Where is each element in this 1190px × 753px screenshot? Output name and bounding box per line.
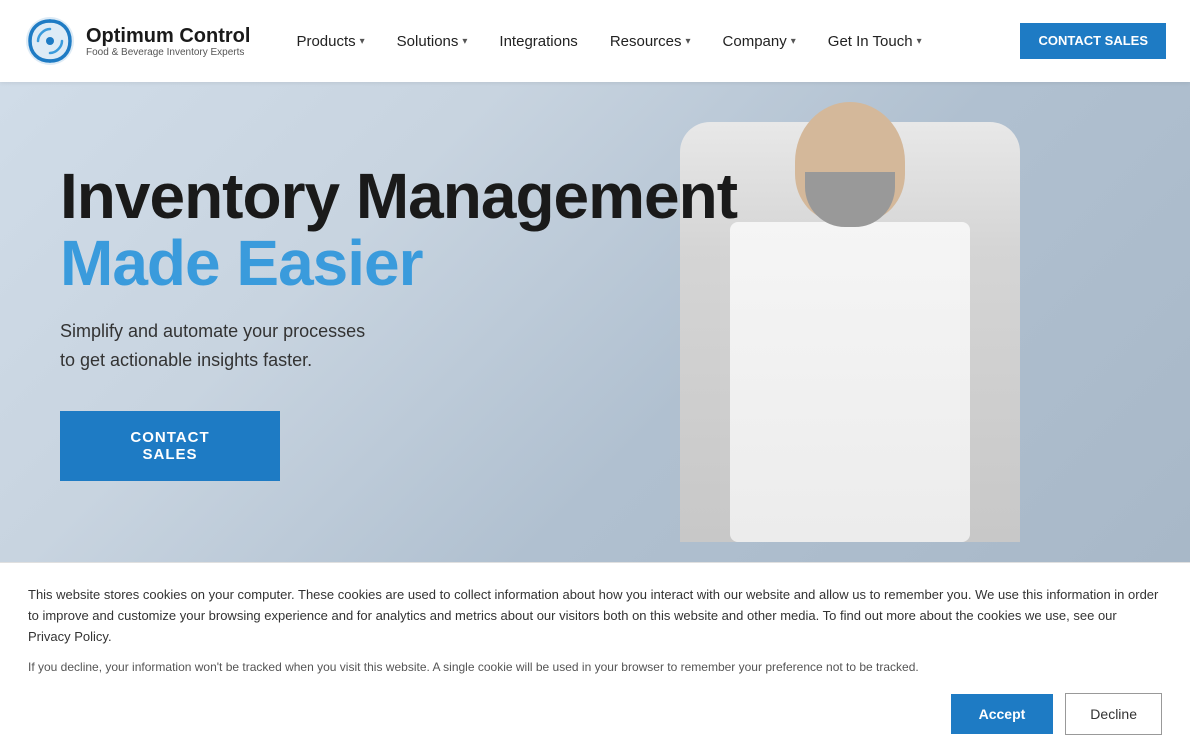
chevron-down-icon: ▾ bbox=[791, 36, 796, 47]
cookie-buttons: Accept Decline bbox=[28, 693, 1162, 735]
navbar: Optimum Control Food & Beverage Inventor… bbox=[0, 0, 1190, 82]
cookie-secondary-text: If you decline, your information won't b… bbox=[28, 658, 1162, 677]
nav-contact-sales-button[interactable]: CONTACT SALES bbox=[1020, 23, 1166, 60]
hero-section: Inventory Management Made Easier Simplif… bbox=[0, 82, 1190, 562]
cookie-decline-button[interactable]: Decline bbox=[1065, 693, 1162, 735]
hero-title-line2: Made Easier bbox=[60, 230, 1130, 297]
chevron-down-icon: ▾ bbox=[360, 36, 365, 47]
logo-text: Optimum Control Food & Beverage Inventor… bbox=[86, 25, 250, 58]
cookie-accept-button[interactable]: Accept bbox=[951, 694, 1054, 734]
hero-content: Inventory Management Made Easier Simplif… bbox=[0, 82, 1190, 562]
nav-integrations[interactable]: Integrations bbox=[485, 25, 591, 58]
nav-links: Products ▾ Solutions ▾ Integrations Reso… bbox=[282, 25, 1020, 58]
chevron-down-icon: ▾ bbox=[686, 36, 691, 47]
brand-name: Optimum Control bbox=[86, 25, 250, 47]
cookie-main-text: This website stores cookies on your comp… bbox=[28, 585, 1162, 647]
nav-company[interactable]: Company ▾ bbox=[709, 25, 810, 58]
hero-title-line1: Inventory Management bbox=[60, 163, 1130, 230]
hero-subtitle: Simplify and automate your processes to … bbox=[60, 317, 480, 375]
chevron-down-icon: ▾ bbox=[462, 36, 467, 47]
nav-solutions[interactable]: Solutions ▾ bbox=[383, 25, 482, 58]
logo-icon bbox=[24, 15, 76, 67]
brand-tagline: Food & Beverage Inventory Experts bbox=[86, 47, 250, 58]
nav-resources[interactable]: Resources ▾ bbox=[596, 25, 705, 58]
hero-contact-sales-button[interactable]: CONTACT SALES bbox=[60, 411, 280, 481]
nav-products[interactable]: Products ▾ bbox=[282, 25, 378, 58]
logo[interactable]: Optimum Control Food & Beverage Inventor… bbox=[24, 15, 250, 67]
nav-get-in-touch[interactable]: Get In Touch ▾ bbox=[814, 25, 936, 58]
chevron-down-icon: ▾ bbox=[917, 36, 922, 47]
cookie-banner: This website stores cookies on your comp… bbox=[0, 562, 1190, 753]
